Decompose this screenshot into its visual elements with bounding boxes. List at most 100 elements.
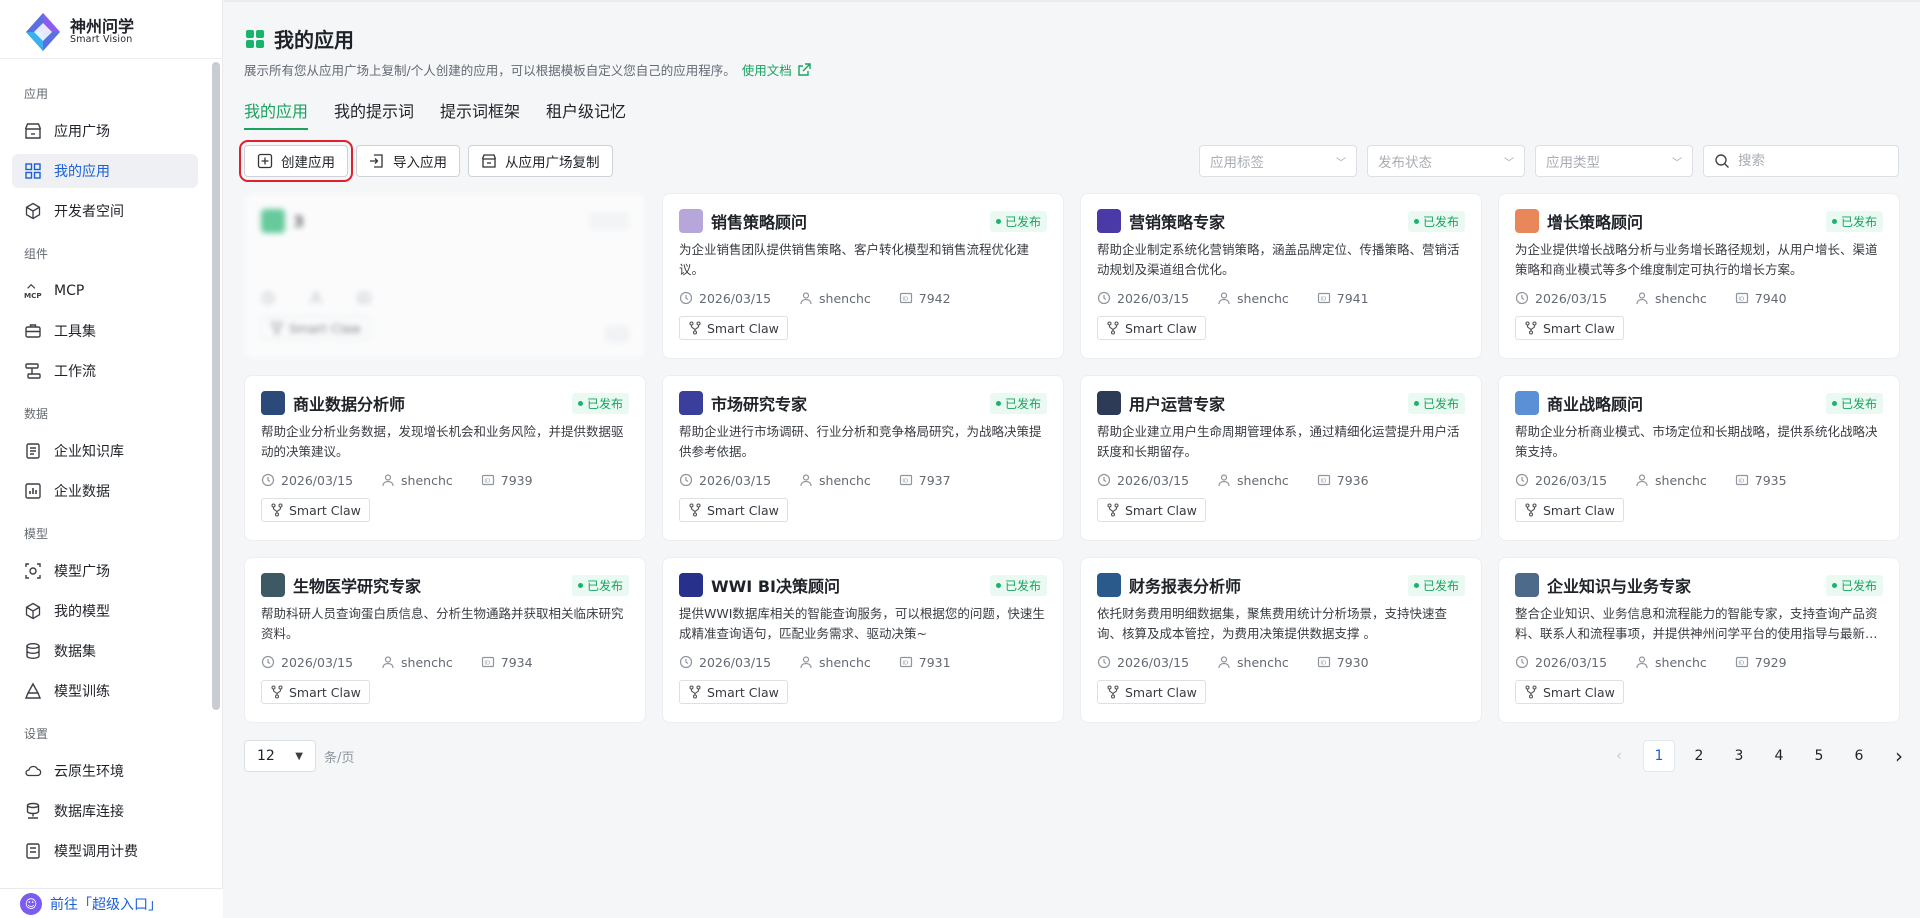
app-card-id: 7931 bbox=[918, 654, 951, 670]
app-card-meta: 2026/03/15 shenchc ID 7931 bbox=[679, 652, 1047, 672]
user-icon bbox=[1217, 291, 1231, 305]
page-button[interactable]: 4 bbox=[1763, 740, 1795, 772]
next-page-button[interactable]: › bbox=[1883, 740, 1915, 772]
app-card-description: 帮助企业制定系统化营销策略，涵盖品牌定位、传播策略、营销活动规划及渠道组合优化。 bbox=[1097, 242, 1460, 277]
tab-1[interactable]: 我的提示词 bbox=[334, 98, 414, 126]
tab-3[interactable]: 租户级记忆 bbox=[546, 98, 626, 126]
id-icon: ID bbox=[1317, 655, 1331, 669]
svg-text:ID: ID bbox=[484, 479, 490, 485]
create-app-button[interactable]: 创建应用 bbox=[239, 140, 353, 182]
sidebar-item-1-0[interactable]: MCP MCP bbox=[12, 274, 198, 308]
page-title: 我的应用 bbox=[274, 28, 354, 52]
brand-name-en: Smart Vision bbox=[70, 34, 133, 46]
sidebar-item-4-1[interactable]: 数据库连接 bbox=[12, 794, 198, 828]
app-card[interactable]: WWI BI决策顾问 已发布 提供WWI数据库相关的智能查询服务，可以根据您的问… bbox=[662, 557, 1064, 723]
fork-icon bbox=[688, 503, 702, 517]
app-card[interactable]: 企业知识与业务专家 已发布 整合企业知识、业务信息和流程能力的智能专家，支持查询… bbox=[1498, 557, 1900, 723]
app-card-tag-label: Smart Claw bbox=[707, 320, 779, 336]
app-card[interactable]: 增长策略顾问 已发布 为企业提供增长战略分析与业务增长路径规划，从用户增长、渠道… bbox=[1498, 193, 1900, 359]
app-type-placeholder: 应用类型 bbox=[1546, 155, 1600, 171]
sidebar-item-3-2[interactable]: 数据集 bbox=[12, 634, 198, 668]
sidebar-item-2-1[interactable]: 企业数据 bbox=[12, 474, 198, 508]
sidebar-item-label: 模型调用计费 bbox=[54, 844, 138, 860]
per-page-label: 条/页 bbox=[324, 750, 355, 766]
more-button[interactable] bbox=[605, 326, 629, 342]
app-card[interactable]: 市场研究专家 已发布 帮助企业进行市场调研、行业分析和竞争格局研究，为战略决策提… bbox=[662, 375, 1064, 541]
sidebar-item-3-0[interactable]: 模型广场 bbox=[12, 554, 198, 588]
app-card[interactable]: 商业数据分析师 已发布 帮助企业分析业务数据，发现增长机会和业务风险，并提供数据… bbox=[244, 375, 646, 541]
app-card-description: 提供WWI数据库相关的智能查询服务，可以根据您的问题，快速生成精准查询语句，匹配… bbox=[679, 606, 1045, 641]
doc-link[interactable]: 使用文档 bbox=[742, 60, 811, 79]
sidebar-item-0-2[interactable]: 开发者空间 bbox=[12, 194, 198, 228]
page-size-control: 12 ▼ 条/页 bbox=[244, 740, 354, 772]
app-avatar bbox=[679, 209, 703, 233]
sidebar-item-label: 模型广场 bbox=[54, 564, 110, 580]
svg-text:MCP: MCP bbox=[24, 291, 42, 300]
page-button[interactable]: 5 bbox=[1803, 740, 1835, 772]
page-button[interactable]: 1 bbox=[1643, 740, 1675, 772]
app-card[interactable]: 商业战略顾问 已发布 帮助企业分析商业模式、市场定位和长期战略，提供系统化战略决… bbox=[1498, 375, 1900, 541]
app-card[interactable]: 销售策略顾问 已发布 为企业销售团队提供销售策略、客户转化模型和销售流程优化建议… bbox=[662, 193, 1064, 359]
svg-text:ID: ID bbox=[902, 297, 908, 303]
status-badge: 已发布 bbox=[571, 574, 629, 596]
app-avatar bbox=[1515, 391, 1539, 415]
sidebar-item-1-1[interactable]: 工具集 bbox=[12, 314, 198, 348]
sidebar-item-1-2[interactable]: 工作流 bbox=[12, 354, 198, 388]
tab-0[interactable]: 我的应用 bbox=[244, 98, 309, 130]
sidebar-item-3-3[interactable]: 模型训练 bbox=[12, 674, 198, 708]
sidebar-item-4-2[interactable]: 模型调用计费 bbox=[12, 834, 198, 868]
sidebar-item-0-0[interactable]: 应用广场 bbox=[12, 114, 198, 148]
sidebar-item-2-0[interactable]: 企业知识库 bbox=[12, 434, 198, 468]
app-card[interactable]: 营销策略专家 已发布 帮助企业制定系统化营销策略，涵盖品牌定位、传播策略、营销活… bbox=[1080, 193, 1482, 359]
status-badge: 已发布 bbox=[1407, 574, 1465, 596]
search-input[interactable] bbox=[1738, 153, 1888, 169]
copy-from-store-button[interactable]: 从应用广场复制 bbox=[468, 145, 613, 177]
page-size-select[interactable]: 12 ▼ bbox=[244, 740, 316, 772]
app-card[interactable]: 3 ID Smart Claw bbox=[244, 193, 646, 359]
app-card-description: 帮助企业进行市场调研、行业分析和竞争格局研究，为战略决策提供参考依据。 bbox=[679, 424, 1042, 459]
app-card[interactable]: 用户运营专家 已发布 帮助企业建立用户生命周期管理体系，通过精细化运营提升用户活… bbox=[1080, 375, 1482, 541]
import-app-button[interactable]: 导入应用 bbox=[356, 145, 460, 177]
id-icon: ID bbox=[481, 655, 495, 669]
status-badge: 已发布 bbox=[989, 392, 1047, 414]
app-card-meta: 2026/03/15 shenchc ID 7942 bbox=[679, 288, 1047, 308]
logo-icon bbox=[22, 11, 64, 53]
super-entry-link[interactable]: ☺ 前往「超级入口」 bbox=[0, 888, 223, 918]
apps-grid-icon bbox=[246, 29, 264, 48]
app-card-date: 2026/03/15 bbox=[1117, 290, 1190, 306]
prev-page-button[interactable]: ‹ bbox=[1603, 740, 1635, 772]
page-button[interactable]: 3 bbox=[1723, 740, 1755, 772]
app-card-title: 商业战略顾问 bbox=[1547, 395, 1644, 414]
history-clock-icon bbox=[261, 473, 275, 487]
status-label: 已发布 bbox=[586, 578, 623, 593]
status-dot bbox=[1413, 218, 1419, 224]
page-button[interactable]: 6 bbox=[1843, 740, 1875, 772]
app-card-meta: 2026/03/15 shenchc ID 7930 bbox=[1097, 652, 1465, 672]
super-entry-icon: ☺ bbox=[20, 892, 42, 915]
sidebar-item-4-0[interactable]: 云原生环境 bbox=[12, 754, 198, 788]
app-card-description: 帮助企业分析商业模式、市场定位和长期战略，提供系统化战略决策支持。 bbox=[1515, 424, 1878, 459]
app-card-title: 用户运营专家 bbox=[1129, 395, 1226, 414]
app-card[interactable]: 生物医学研究专家 已发布 帮助科研人员查询蛋白质信息、分析生物通路并获取相关临床… bbox=[244, 557, 646, 723]
app-card-tag: Smart Claw bbox=[1097, 680, 1206, 704]
page-button[interactable]: 2 bbox=[1683, 740, 1715, 772]
app-tag-select[interactable]: 应用标签 ﹀ bbox=[1199, 145, 1357, 177]
app-card[interactable]: 财务报表分析师 已发布 依托财务费用明细数据集，聚焦费用统计分析场景，支持快速查… bbox=[1080, 557, 1482, 723]
publish-status-select[interactable]: 发布状态 ﹀ bbox=[1367, 145, 1525, 177]
cloud-icon bbox=[24, 762, 42, 780]
fork-icon bbox=[1524, 321, 1538, 335]
app-card-date: 2026/03/15 bbox=[1535, 472, 1608, 488]
app-type-select[interactable]: 应用类型 ﹀ bbox=[1535, 145, 1693, 177]
sidebar-item-label: 工作流 bbox=[54, 364, 96, 380]
sidebar-scrollbar[interactable] bbox=[212, 62, 220, 710]
tab-2[interactable]: 提示词框架 bbox=[440, 98, 520, 126]
brand-logo[interactable]: 神州问学 Smart Vision bbox=[22, 10, 134, 54]
app-card-grid: 3 ID Smart Claw 销售策略顾问 已发布 为企业销售团队提供销售策略… bbox=[244, 193, 1901, 723]
app-card-id: 7930 bbox=[1336, 654, 1369, 670]
sidebar-item-3-1[interactable]: 我的模型 bbox=[12, 594, 198, 628]
app-avatar bbox=[1515, 573, 1539, 597]
sidebar-item-0-1[interactable]: 我的应用 bbox=[12, 154, 198, 188]
user-icon bbox=[799, 655, 813, 669]
search-box[interactable] bbox=[1703, 145, 1899, 177]
app-card-tag: Smart Claw bbox=[1097, 498, 1206, 522]
